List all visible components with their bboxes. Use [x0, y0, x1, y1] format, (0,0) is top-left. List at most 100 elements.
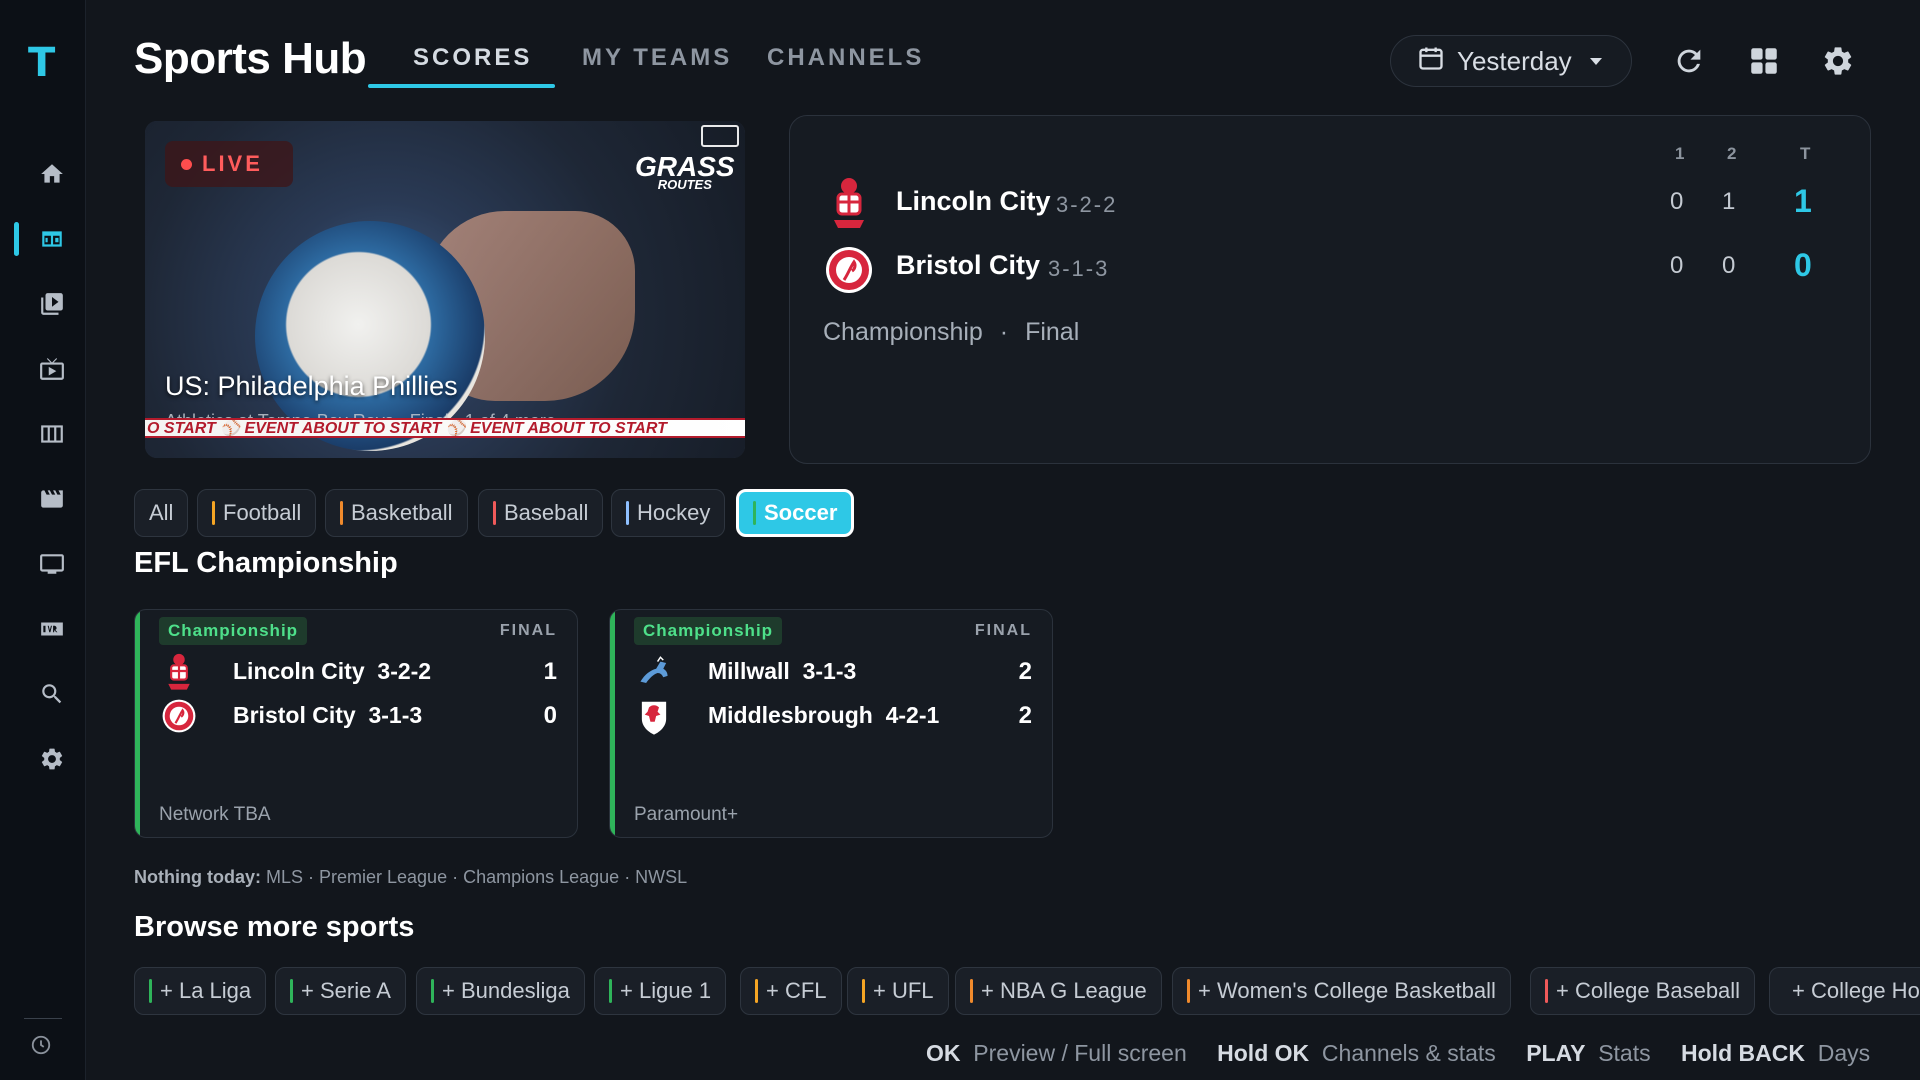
nothing-today-label: Nothing today: — [134, 867, 261, 887]
card-away-team: Bristol City 3-1-3 — [233, 702, 422, 729]
game-card[interactable]: Championship FINAL Lincoln City 3-2-2 1 … — [134, 609, 578, 838]
settings-gear-icon[interactable] — [1821, 44, 1855, 78]
card-network: Network TBA — [159, 804, 271, 825]
browse-label: + Bundesliga — [442, 978, 570, 1003]
nothing-today-line: Nothing today: MLS · Premier League · Ch… — [134, 867, 687, 888]
card-home-team: Millwall 3-1-3 — [708, 658, 856, 685]
browse-bundesliga[interactable]: + Bundesliga — [416, 967, 585, 1015]
home-team-name: Lincoln City — [896, 186, 1051, 216]
filter-soccer[interactable]: Soccer — [736, 489, 855, 537]
browse-nba-g-league[interactable]: + NBA G League — [955, 967, 1162, 1015]
filter-all[interactable]: All — [134, 489, 189, 537]
filter-hockey[interactable]: Hockey — [611, 489, 726, 537]
date-selector[interactable]: Yesterday — [1390, 35, 1632, 87]
card-team-name: Middlesbrough — [708, 702, 873, 728]
page-title: Sports Hub — [134, 34, 367, 83]
browse-college-baseball[interactable]: + College Baseball — [1530, 967, 1756, 1015]
browse-label: + College Baseball — [1556, 978, 1741, 1003]
game-status: FINAL — [499, 622, 557, 639]
hint-action: Preview / Full screen — [973, 1040, 1187, 1066]
app-logo: T — [28, 40, 56, 86]
guide-icon[interactable] — [36, 418, 68, 450]
hint-action: Stats — [1598, 1040, 1651, 1066]
away-total: 0 — [1794, 247, 1812, 283]
card-team-record: 4-2-1 — [885, 702, 940, 728]
period-header-1: 1 — [1675, 144, 1685, 163]
browse-label: + La Liga — [160, 978, 252, 1003]
filter-baseball[interactable]: Baseball — [478, 489, 604, 537]
card-team-name: Bristol City — [233, 702, 356, 728]
hint-action: Days — [1817, 1040, 1871, 1066]
browse-section-title: Browse more sports — [134, 911, 415, 943]
filter-color-bar — [753, 501, 756, 525]
monitor-icon[interactable] — [36, 548, 68, 580]
league-tag: Championship — [159, 617, 308, 645]
library-icon[interactable] — [36, 288, 68, 320]
browse-color-bar — [970, 979, 973, 1003]
chevron-down-icon — [1589, 57, 1602, 65]
browse-color-bar — [1187, 979, 1190, 1003]
millwall-crest-icon — [640, 656, 668, 683]
browse-cfl[interactable]: + CFL — [740, 967, 842, 1015]
hint-action: Channels & stats — [1321, 1040, 1496, 1066]
featured-scoreboard[interactable]: 1 2 T Lincoln City 3-2-2 0 1 1 Bristol C… — [789, 115, 1871, 464]
card-accent — [610, 610, 615, 837]
game-card[interactable]: Championship FINAL Millwall 3-1-3 2 Midd… — [609, 609, 1053, 838]
away-period-1: 0 — [1670, 252, 1684, 279]
league-logo-icon — [701, 125, 739, 147]
dvr-icon[interactable] — [36, 613, 68, 645]
tab-my-teams[interactable]: MY TEAMS — [582, 44, 732, 72]
browse-label: + Women's College Basketball — [1198, 978, 1496, 1003]
period-header-2: 2 — [1727, 144, 1737, 163]
browse-ligue-1[interactable]: + Ligue 1 — [594, 967, 727, 1015]
home-total: 1 — [1794, 183, 1812, 219]
browse-serie-a[interactable]: + Serie A — [275, 967, 406, 1015]
browse-womens-college-basketball[interactable]: + Women's College Basketball — [1172, 967, 1511, 1015]
bristol-city-crest-icon — [826, 247, 872, 293]
away-team-name: Bristol City — [896, 250, 1041, 280]
browse-la-liga[interactable]: + La Liga — [134, 967, 267, 1015]
filter-label: Baseball — [504, 500, 589, 525]
clock-icon — [30, 1034, 56, 1060]
tab-scores[interactable]: SCORES — [413, 44, 532, 72]
movies-icon[interactable] — [36, 483, 68, 515]
live-tv-icon[interactable] — [36, 353, 68, 385]
home-icon[interactable] — [36, 158, 68, 190]
browse-color-bar — [149, 979, 152, 1003]
browse-label: + Ligue 1 — [620, 978, 712, 1003]
filter-football[interactable]: Football — [197, 489, 317, 537]
filter-basketball[interactable]: Basketball — [325, 489, 468, 537]
scoreboard-status-line: Championship · Final — [823, 318, 1079, 347]
browse-label: + College Ho — [1792, 978, 1920, 1003]
live-badge: LIVE — [165, 141, 293, 187]
filter-label: Soccer — [764, 500, 838, 525]
scoreboard-icon[interactable] — [36, 223, 68, 255]
lincoln-city-crest-icon — [168, 653, 190, 690]
card-team-name: Lincoln City — [233, 658, 365, 684]
search-icon[interactable] — [36, 678, 68, 710]
scoreboard-league: Championship — [823, 318, 983, 346]
card-team-record: 3-2-2 — [377, 658, 432, 684]
gear-icon[interactable] — [36, 743, 68, 775]
nothing-today-leagues: MLS · Premier League · Champions League … — [266, 867, 688, 887]
active-tab-underline — [368, 84, 555, 88]
browse-color-bar — [290, 979, 293, 1003]
date-selector-label: Yesterday — [1457, 45, 1572, 76]
card-team-record: 3-1-3 — [802, 658, 857, 684]
refresh-icon[interactable] — [1672, 44, 1706, 78]
browse-college-hockey[interactable]: + College Ho — [1769, 967, 1920, 1015]
browse-label: + Serie A — [301, 978, 391, 1003]
card-team-record: 3-1-3 — [368, 702, 423, 728]
league-tag: Championship — [634, 617, 783, 645]
lincoln-city-crest-icon — [834, 178, 864, 228]
live-preview[interactable]: GRASS ROUTES LIVE Athletics at Tampa Bay… — [145, 121, 745, 458]
browse-ufl[interactable]: + UFL — [847, 967, 949, 1015]
preview-ticker: O START ⚾ EVENT ABOUT TO START ⚾ EVENT A… — [145, 418, 745, 438]
tab-channels[interactable]: CHANNELS — [767, 44, 924, 72]
grid-icon[interactable] — [1747, 44, 1781, 78]
card-away-score: 0 — [543, 702, 557, 729]
browse-label: + CFL — [766, 978, 827, 1003]
filter-color-bar — [212, 501, 215, 525]
ticker-text: O START ⚾ EVENT ABOUT TO START ⚾ EVENT A… — [147, 420, 667, 437]
hint-key: Hold OK — [1217, 1040, 1310, 1066]
